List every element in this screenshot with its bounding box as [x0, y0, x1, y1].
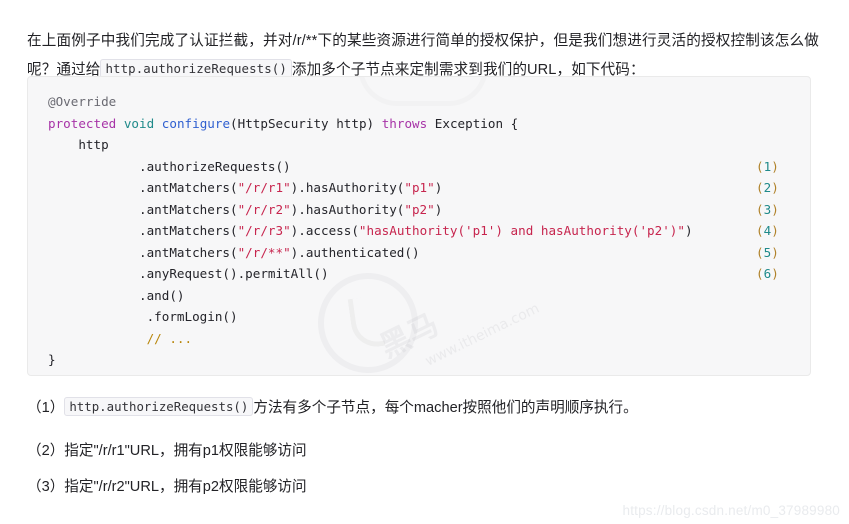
code-line: .antMatchers("/r/r2").hasAuthority("p2")… [28, 199, 810, 221]
code-token-plain: Exception [427, 115, 511, 131]
code-token-punc: { [510, 115, 519, 131]
code-listing: @Override protected void configure(HttpSe… [28, 91, 810, 371]
code-token-mth: .antMatchers( [139, 201, 238, 217]
code-line-marker: (4) [756, 223, 779, 238]
code-token-mth: ).hasAuthority( [290, 180, 405, 195]
code-token-mth: .formLogin() [139, 309, 238, 324]
code-token-kw: protected [48, 115, 117, 131]
code-line-marker: (3) [756, 201, 779, 217]
note-item-3: （3）指定"/r/r2"URL，拥有p2权限能够访问 [27, 479, 307, 495]
code-token-mth: ) [684, 223, 693, 238]
code-block[interactable]: 黑马 www.itheima.com @Override protected vo… [27, 76, 811, 376]
code-token-mth: ).authenticated() [290, 244, 420, 260]
code-token-mth: .antMatchers( [139, 180, 238, 195]
note-1-inline-code: http.authorizeRequests() [64, 397, 254, 416]
code-line: .anyRequest().permitAll() (6) [28, 263, 810, 285]
code-token-mth: ).access( [290, 223, 359, 238]
code-token-mth: .authorizeRequests() [139, 158, 291, 174]
code-token-cmt: // ... [139, 330, 193, 346]
code-token-str: "/r/r3" [237, 223, 291, 238]
code-token-str: "/r/r1" [237, 180, 291, 195]
code-line-marker: (2) [756, 180, 779, 195]
code-line: .antMatchers("/r/**").authenticated() (5) [28, 242, 810, 264]
code-token-punc: } [48, 352, 56, 367]
code-token-mth: .antMatchers( [139, 223, 238, 238]
note-1-prefix: （1） [27, 400, 65, 416]
inline-code-authorize-requests: http.authorizeRequests() [100, 58, 292, 78]
code-token-punc: ( [230, 115, 238, 131]
code-token-plain: HttpSecurity http [237, 115, 367, 131]
code-line-marker: (6) [756, 266, 779, 281]
code-line: @Override [28, 91, 810, 113]
code-line: } [28, 349, 810, 371]
code-content: @Override protected void configure(HttpSe… [28, 77, 810, 375]
code-token-mth: .anyRequest().permitAll() [139, 266, 329, 281]
code-token-mth: ) [434, 180, 443, 195]
code-token-str: "p2" [404, 201, 435, 217]
code-token-str: "/r/**" [237, 244, 291, 260]
code-token-mth: ) [434, 201, 443, 217]
code-token-plain: http [78, 137, 109, 152]
code-token-mth: ).hasAuthority( [290, 201, 405, 217]
code-line: .antMatchers("/r/r1").hasAuthority("p1")… [28, 177, 810, 199]
note-1-suffix: 方法有多个子节点，每个macher按照他们的声明顺序执行。 [253, 400, 638, 416]
code-line: .formLogin() [28, 306, 810, 328]
code-token-mth: .antMatchers( [139, 244, 238, 260]
code-token-str: "/r/r2" [237, 201, 291, 217]
code-line: .and() [28, 285, 810, 307]
code-token-str: "p1" [404, 180, 435, 195]
code-line-marker: (5) [756, 244, 779, 260]
code-token-mth: .and() [139, 287, 185, 303]
code-line-marker: (1) [756, 158, 779, 174]
note-item-1: （1） http.authorizeRequests() 方法有多个子节点，每个ma… [27, 396, 638, 419]
code-line: protected void configure(HttpSecurity ht… [28, 113, 810, 135]
code-line: // ... [28, 328, 810, 350]
note-item-2: （2）指定"/r/r1"URL，拥有p1权限能够访问 [27, 443, 307, 459]
article-page: 在上面例子中我们完成了认证拦截，并对/r/**下的某些资源进行简单的授权保护，但… [0, 0, 849, 524]
code-token-str: "hasAuthority('p1') and hasAuthority('p2… [358, 223, 685, 238]
code-line: http [28, 134, 810, 156]
code-token-anno: @Override [48, 94, 117, 109]
code-token-fn: configure [161, 115, 231, 131]
code-token-punc: ) [366, 115, 375, 131]
code-line: .authorizeRequests() (1) [28, 156, 810, 178]
code-token-type: void [123, 115, 155, 131]
code-token-kw: throws [381, 115, 428, 131]
csdn-watermark: https://blog.csdn.net/m0_37989980 [622, 503, 840, 518]
code-line: .antMatchers("/r/r3").access("hasAuthori… [28, 220, 810, 242]
